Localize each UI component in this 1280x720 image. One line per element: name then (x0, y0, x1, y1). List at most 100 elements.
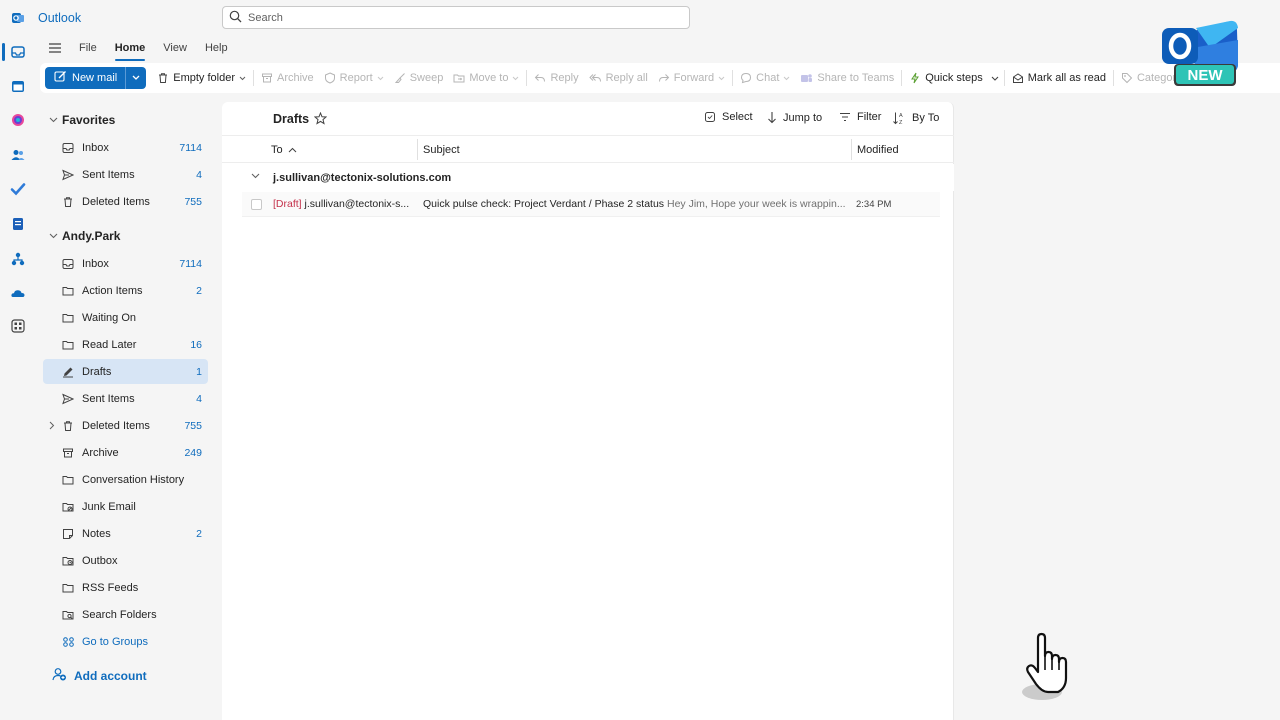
jump-to-button[interactable]: Jump to (767, 111, 822, 124)
folder-conversation-history[interactable]: Conversation History (43, 467, 208, 492)
column-header-row: To Subject Modified (222, 136, 954, 163)
favorite-inbox[interactable]: Inbox 7114 (43, 135, 208, 160)
people-icon[interactable] (8, 145, 28, 165)
share-to-teams-button[interactable]: Share to Teams (795, 67, 899, 89)
folder-label: Deleted Items (82, 195, 150, 208)
message-row[interactable]: [Draft] j.sullivan@tectonix-s... Quick p… (242, 192, 940, 217)
svg-text:Z: Z (899, 120, 903, 125)
folder-outbox[interactable]: Outbox (43, 548, 208, 573)
folder-action-items[interactable]: Action Items 2 (43, 278, 208, 303)
archive-button[interactable]: Archive (256, 67, 319, 89)
send-icon (62, 169, 74, 181)
menu-tab-home[interactable]: Home (106, 38, 155, 61)
note-icon (62, 528, 74, 540)
folder-label: Go to Groups (82, 635, 149, 648)
unread-count: 7114 (179, 141, 202, 154)
folder-title: Drafts (273, 112, 310, 126)
column-subject[interactable]: Subject (423, 136, 460, 163)
favorites-header[interactable]: Favorites (44, 110, 115, 130)
groups-icon (62, 636, 75, 648)
quick-steps-button[interactable]: Quick steps (904, 67, 987, 89)
unread-count: 755 (184, 419, 202, 432)
filter-button[interactable]: Filter (839, 111, 881, 123)
trash-icon (62, 196, 74, 208)
message-list: Drafts Select Jump to Filter AZ By To To… (222, 102, 954, 720)
group-label: j.sullivan@tectonix-solutions.com (273, 171, 452, 184)
mark-all-read-button[interactable]: Mark all as read (1007, 67, 1111, 89)
sweep-label: Sweep (409, 72, 444, 84)
chevron-right-icon[interactable] (49, 421, 55, 430)
folder-search-folders[interactable]: Search Folders (43, 602, 208, 627)
add-account-link[interactable]: Add account (52, 667, 147, 684)
favorite-deleted-items[interactable]: Deleted Items 755 (43, 189, 208, 214)
reply-button[interactable]: Reply (529, 67, 583, 89)
folder-label: Junk Email (82, 500, 136, 513)
arrow-down-icon (767, 111, 777, 124)
forward-button[interactable]: Forward (653, 67, 730, 89)
app-rail (0, 0, 36, 720)
word-icon[interactable] (8, 214, 28, 234)
group-header[interactable]: j.sullivan@tectonix-solutions.com (222, 164, 954, 191)
folder-label: Archive (82, 446, 119, 459)
favorite-sent-items[interactable]: Sent Items 4 (43, 162, 208, 187)
message-recipient: [Draft] j.sullivan@tectonix-s... (273, 198, 413, 210)
copilot-icon[interactable] (8, 110, 28, 130)
folder-junk-email[interactable]: Junk Email (43, 494, 208, 519)
chevron-down-icon (718, 76, 725, 81)
select-button[interactable]: Select (704, 111, 753, 123)
folder-deleted-items[interactable]: Deleted Items 755 (43, 413, 208, 438)
quick-steps-dropdown[interactable] (988, 67, 1002, 89)
menu-tab-help[interactable]: Help (196, 38, 237, 58)
folder-drafts[interactable]: Drafts 1 (43, 359, 208, 384)
column-to[interactable]: To (271, 136, 297, 163)
folder-icon (62, 285, 74, 297)
star-icon[interactable] (313, 111, 328, 128)
forward-label: Forward (673, 72, 715, 84)
new-mail-button[interactable]: New mail (45, 67, 127, 89)
folder-sent-items[interactable]: Sent Items 4 (43, 386, 208, 411)
more-apps-icon[interactable] (8, 316, 28, 336)
hamburger-icon[interactable] (40, 42, 70, 54)
account-header[interactable]: Andy.Park (44, 226, 120, 246)
column-modified[interactable]: Modified (857, 136, 899, 163)
column-divider[interactable] (851, 139, 852, 160)
compose-icon (54, 70, 67, 86)
todo-icon[interactable] (8, 179, 28, 199)
sort-icon: AZ (892, 111, 906, 125)
mail-icon[interactable] (8, 42, 28, 62)
search-box[interactable] (222, 6, 690, 29)
folder-inbox[interactable]: Inbox 7114 (43, 251, 208, 276)
menu-tab-view[interactable]: View (154, 38, 196, 58)
report-button[interactable]: Report (319, 67, 389, 89)
new-badge-text: NEW (1188, 67, 1224, 84)
move-to-button[interactable]: Move to (448, 67, 524, 89)
sort-button[interactable]: AZ By To (892, 111, 939, 125)
chevron-down-icon (44, 117, 62, 123)
ribbon-separator (252, 70, 254, 86)
onedrive-icon[interactable] (8, 283, 28, 303)
folder-waiting-on[interactable]: Waiting On (43, 305, 208, 330)
folder-archive[interactable]: Archive 249 (43, 440, 208, 465)
org-chart-icon[interactable] (8, 249, 28, 269)
folder-read-later[interactable]: Read Later 16 (43, 332, 208, 357)
folder-rss-feeds[interactable]: RSS Feeds (43, 575, 208, 600)
reply-all-button[interactable]: Reply all (584, 67, 653, 89)
new-mail-dropdown[interactable] (126, 67, 146, 89)
column-divider[interactable] (417, 139, 418, 160)
go-to-groups-link[interactable]: Go to Groups (43, 629, 208, 654)
sort-label: By To (912, 112, 940, 124)
trash-icon (157, 72, 169, 84)
folder-label: RSS Feeds (82, 581, 139, 594)
folder-notes[interactable]: Notes 2 (43, 521, 208, 546)
search-input[interactable] (248, 11, 668, 24)
sweep-button[interactable]: Sweep (389, 67, 449, 89)
menu-tab-file[interactable]: File (70, 38, 106, 58)
calendar-icon[interactable] (8, 76, 28, 96)
quick-steps-label: Quick steps (925, 72, 983, 84)
archive-icon (62, 447, 74, 459)
chat-button[interactable]: Chat (735, 67, 795, 89)
reply-all-icon (588, 72, 602, 84)
empty-folder-button[interactable]: Empty folder (152, 67, 251, 89)
broom-icon (394, 72, 406, 84)
message-checkbox[interactable] (251, 199, 262, 210)
